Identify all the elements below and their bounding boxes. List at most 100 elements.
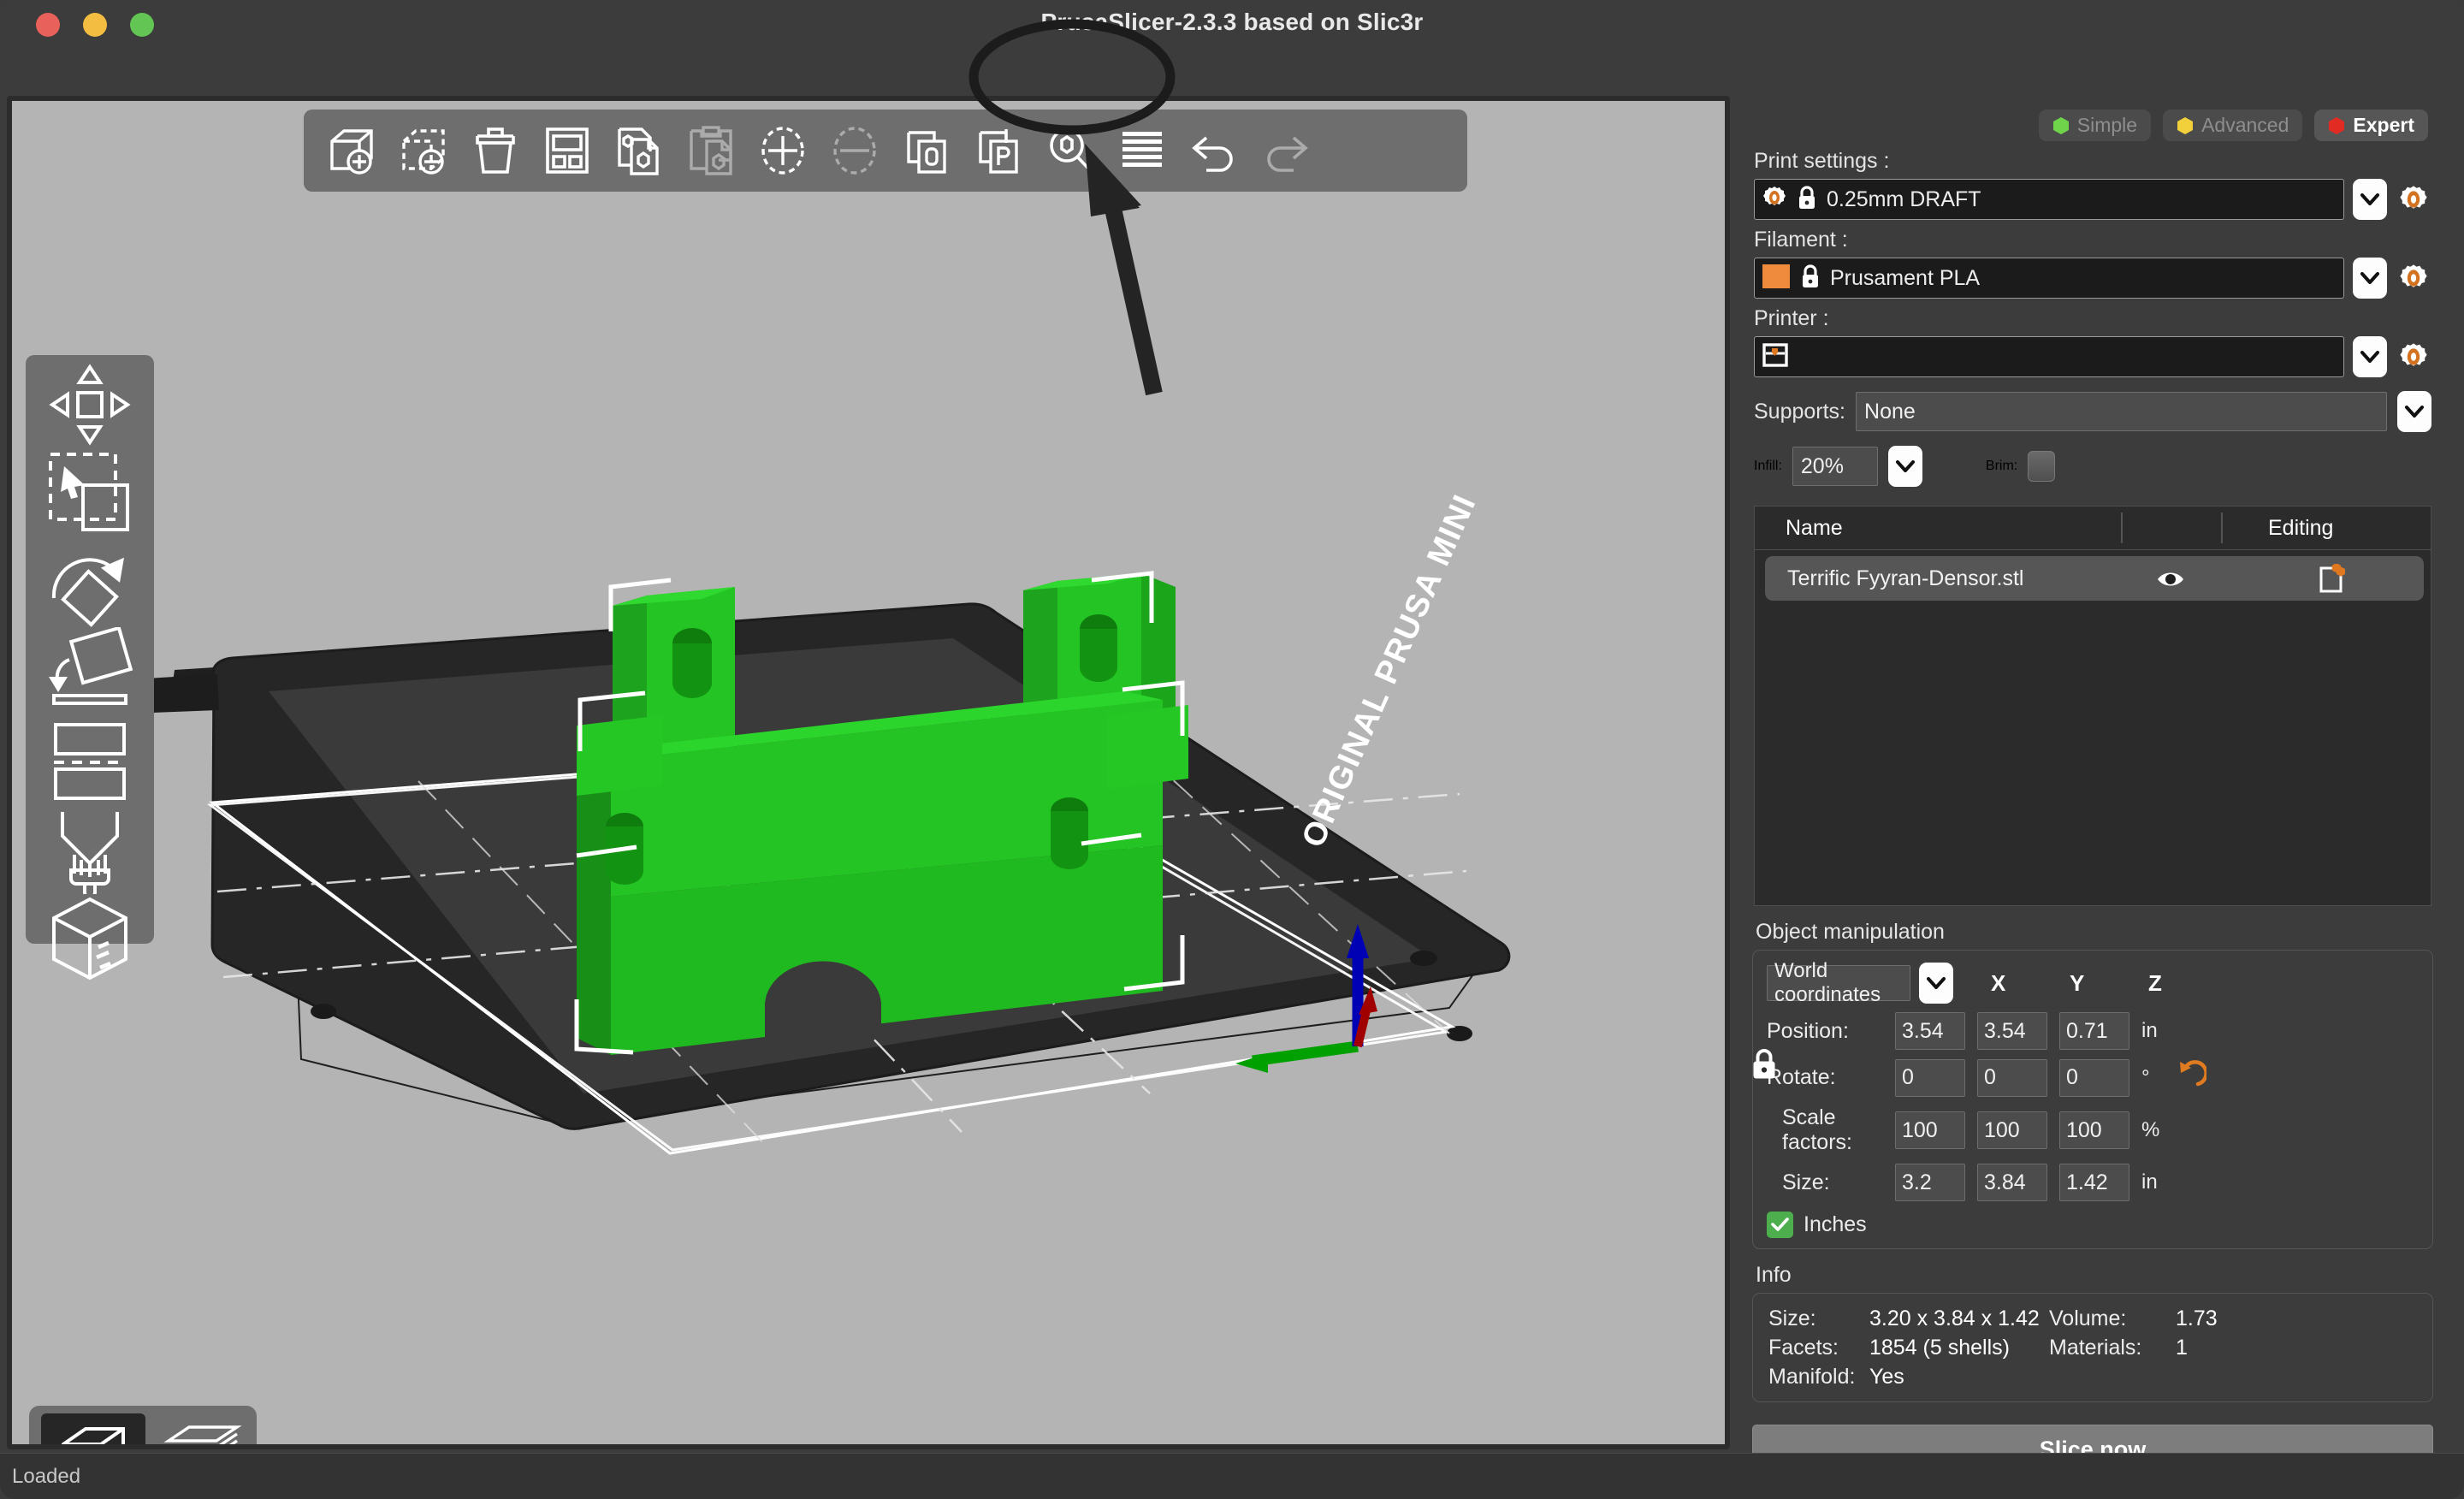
print-settings-dropdown-chevron-down-icon[interactable] xyxy=(2353,179,2387,220)
coordinate-system-row: World coordinates X Y Z xyxy=(1767,959,2419,1006)
filament-row: Prusament PLA xyxy=(1754,258,2431,299)
printer-combo[interactable] xyxy=(1754,336,2344,377)
size-y-field[interactable]: 3.84 xyxy=(1977,1164,2047,1201)
3d-editor-view-button[interactable] xyxy=(41,1413,145,1444)
mode-simple-label: Simple xyxy=(2076,114,2138,136)
filament-dropdown-chevron-down-icon[interactable] xyxy=(2353,258,2387,299)
infill-row: Infill: 20% Brim: xyxy=(1754,446,2431,487)
editing-page-icon[interactable] xyxy=(2317,563,2346,599)
printer-bed-scene: ORIGINAL PRUSA MINI xyxy=(12,101,1725,1444)
paint-on-supports-gizmo-icon[interactable] xyxy=(30,805,150,894)
scale-y-field[interactable]: 100 xyxy=(1977,1111,2047,1149)
cut-gizmo-icon[interactable] xyxy=(30,716,150,805)
rotate-row: Rotate: 0 0 0 ° xyxy=(1767,1058,2419,1097)
print-settings-gear-icon[interactable] xyxy=(2396,181,2431,217)
mode-simple-button[interactable]: Simple xyxy=(2038,110,2152,141)
title-bar: PrusaSlicer-2.3.3 based on Slic3r xyxy=(0,0,2464,50)
size-x-field[interactable]: 3.2 xyxy=(1895,1164,1965,1201)
info-manifold-label: Manifold: xyxy=(1768,1365,1856,1389)
filament-combo[interactable]: Prusament PLA xyxy=(1754,258,2344,299)
coordinate-system-chevron-down-icon[interactable] xyxy=(1919,963,1953,1004)
scale-label: Scale factors: xyxy=(1782,1105,1852,1154)
window-title: PrusaSlicer-2.3.3 based on Slic3r xyxy=(1040,9,1424,35)
position-row: Position: 3.54 3.54 0.71 in xyxy=(1767,1012,2419,1050)
delete-selected-icon[interactable] xyxy=(388,115,459,187)
table-row[interactable]: Terrific Fyyran-Densor.stl xyxy=(1765,556,2424,601)
move-gizmo-icon[interactable] xyxy=(30,360,150,449)
right-sidebar: Simple Advanced Expert Print settings : xyxy=(1733,101,2452,1474)
eye-visible-icon[interactable] xyxy=(2156,568,2185,595)
place-on-face-gizmo-icon[interactable] xyxy=(30,627,150,716)
info-facets-value: 1854 (5 shells) xyxy=(1869,1336,2010,1360)
arrange-icon[interactable] xyxy=(531,115,603,187)
printer-label: Printer : xyxy=(1754,306,1829,330)
position-z-field[interactable]: 0.71 xyxy=(2059,1012,2129,1050)
3d-viewport[interactable]: ORIGINAL PRUSA MINI xyxy=(12,101,1725,1444)
brim-label: Brim: xyxy=(1985,459,2018,473)
redo-icon xyxy=(1250,115,1322,187)
position-y-field[interactable]: 3.54 xyxy=(1977,1012,2047,1050)
view-mode-switch xyxy=(29,1406,257,1444)
info-size-value: 3.20 x 3.84 x 1.42 xyxy=(1869,1306,2040,1330)
scale-gizmo-icon[interactable] xyxy=(30,449,150,538)
object-name: Terrific Fyyran-Densor.stl xyxy=(1787,566,2024,590)
rotate-z-field[interactable]: 0 xyxy=(2059,1058,2129,1097)
scale-x-field[interactable]: 100 xyxy=(1895,1111,1965,1149)
advanced-mode-dot-icon xyxy=(2177,116,2194,135)
top-toolbar xyxy=(304,110,1467,192)
size-unit: in xyxy=(2141,1170,2158,1194)
scale-z-field[interactable]: 100 xyxy=(2059,1111,2129,1149)
brim-checkbox[interactable] xyxy=(2028,451,2056,482)
presets-section: Print settings : 0.25mm DRAFT Filament:… xyxy=(1733,149,2452,487)
object-list[interactable]: Name Editing Terrific Fyyran-Densor.stl xyxy=(1754,506,2431,906)
filament-gear-icon[interactable] xyxy=(2396,260,2431,296)
info-manifold-row: Manifold: Yes xyxy=(1768,1365,2417,1389)
scale-row: Scale factors: 100 100 100 % xyxy=(1767,1105,2419,1155)
left-gizmo-toolbar xyxy=(26,355,154,981)
object-list-header: Name Editing xyxy=(1755,507,2431,550)
supports-value[interactable]: None xyxy=(1856,392,2387,431)
print-settings-combo[interactable]: 0.25mm DRAFT xyxy=(1754,179,2344,220)
split-to-objects-icon[interactable] xyxy=(891,115,962,187)
preview-view-button[interactable] xyxy=(151,1413,255,1444)
add-icon[interactable] xyxy=(316,115,388,187)
size-z-field[interactable]: 1.42 xyxy=(2059,1164,2129,1201)
printer-gear-icon[interactable] xyxy=(2396,339,2431,375)
position-x-field[interactable]: 3.54 xyxy=(1895,1012,1965,1050)
seam-painting-gizmo-icon[interactable] xyxy=(30,894,150,983)
copy-icon[interactable] xyxy=(603,115,675,187)
print-settings-label: Print settings : xyxy=(1754,149,1890,173)
remove-instance-icon xyxy=(819,115,891,187)
reset-rotation-icon[interactable] xyxy=(2172,1058,2208,1097)
add-instance-icon[interactable] xyxy=(747,115,819,187)
printer-dropdown-chevron-down-icon[interactable] xyxy=(2353,336,2387,377)
info-volume-label: Volume: xyxy=(2049,1306,2127,1330)
printer-row xyxy=(1754,336,2431,377)
undo-icon[interactable] xyxy=(1178,115,1250,187)
search-icon[interactable] xyxy=(1034,115,1106,187)
supports-dropdown-chevron-down-icon[interactable] xyxy=(2397,391,2431,432)
rotate-gizmo-icon[interactable] xyxy=(30,538,150,627)
info-facets-label: Facets: xyxy=(1768,1336,1839,1360)
infill-value[interactable]: 20% xyxy=(1792,447,1878,486)
infill-label: Infill: xyxy=(1754,459,1782,473)
mode-expert-button[interactable]: Expert xyxy=(2314,110,2428,141)
coordinate-system-value[interactable]: World coordinates xyxy=(1767,959,1910,1006)
delete-all-trash-icon[interactable] xyxy=(459,115,531,187)
inches-label: Inches xyxy=(1804,1212,1867,1236)
split-to-parts-icon[interactable] xyxy=(962,115,1034,187)
rotate-y-field[interactable]: 0 xyxy=(1977,1058,2047,1097)
inches-checkbox[interactable] xyxy=(1767,1212,1793,1238)
filament-value: Prusament PLA xyxy=(1830,265,1981,290)
size-row: Size: 3.2 3.84 1.42 in xyxy=(1767,1164,2419,1201)
uniform-scale-lock-icon[interactable] xyxy=(1750,1046,1779,1085)
rotate-x-field[interactable]: 0 xyxy=(1895,1058,1965,1097)
info-facets-row: Facets: 1854 (5 shells) Materials: 1 xyxy=(1768,1336,2417,1360)
info-manifold-value: Yes xyxy=(1869,1365,1904,1389)
print-settings-row: 0.25mm DRAFT xyxy=(1754,179,2431,220)
printer-icon xyxy=(1762,341,1789,373)
variable-layer-height-icon[interactable] xyxy=(1106,115,1178,187)
infill-dropdown-chevron-down-icon[interactable] xyxy=(1887,446,1922,487)
mode-advanced-button[interactable]: Advanced xyxy=(2163,110,2303,141)
info-size-label: Size: xyxy=(1768,1306,1816,1330)
